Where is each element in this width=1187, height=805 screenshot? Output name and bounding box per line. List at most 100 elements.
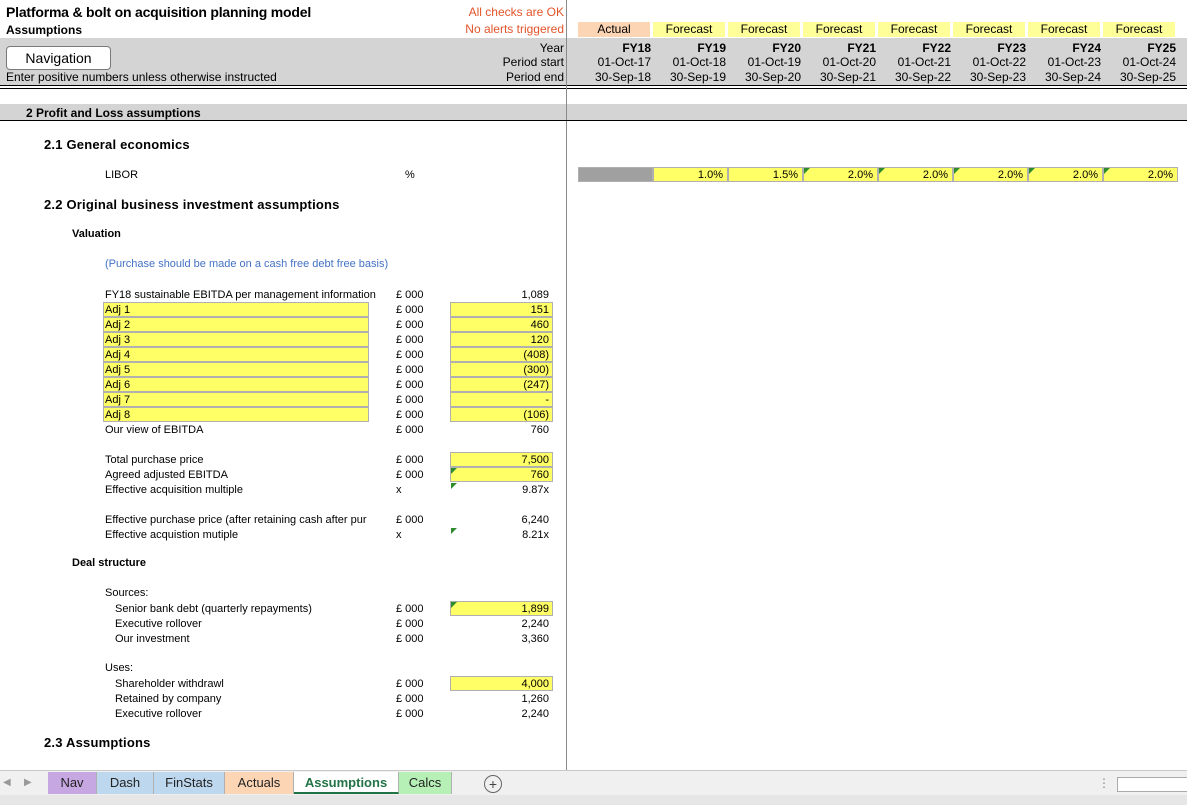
sheet-tab-nav[interactable]: Nav [48, 772, 97, 794]
input-flag-icon [1029, 168, 1035, 174]
ebitda-row-value: (300) [523, 364, 549, 376]
section-band-right [567, 104, 1187, 120]
ebitda-row-unit: £ 000 [396, 319, 424, 331]
alerts-status: No alerts triggered [465, 22, 564, 36]
ebitda-row-label: Adj 3 [105, 334, 131, 346]
sheet-tab-calcs[interactable]: Calcs [399, 772, 452, 794]
sources-heading: Sources: [105, 587, 149, 599]
add-sheet-icon[interactable]: + [484, 775, 502, 793]
valuation-heading: Valuation [72, 228, 121, 240]
status-bar [0, 795, 1187, 805]
ebitda-row-value: 760 [530, 424, 549, 436]
label-input-cell[interactable] [103, 347, 369, 362]
label-input-cell[interactable] [103, 317, 369, 332]
effective-row-value: 6,240 [521, 514, 549, 526]
libor-value-7: 2.0% [1147, 169, 1173, 181]
price-row-label: Agreed adjusted EBITDA [105, 469, 228, 481]
ebitda-row-value: (408) [523, 349, 549, 361]
ebitda-row-label: Our view of EBITDA [105, 424, 204, 436]
ebitda-row-label: FY18 sustainable EBITDA per management i… [105, 289, 376, 301]
column-end-2: 30-Sep-20 [744, 70, 801, 84]
libor-value-2: 1.5% [772, 169, 798, 181]
libor-value-1: 1.0% [697, 169, 723, 181]
price-row-value: 9.87x [522, 484, 549, 496]
uses-row-label: Retained by company [115, 693, 222, 705]
section-pl-assumptions: 2 Profit and Loss assumptions [26, 106, 201, 120]
label-input-cell[interactable] [103, 392, 369, 407]
ebitda-row-value: - [545, 394, 549, 406]
sheet-tab-dash[interactable]: Dash [97, 772, 154, 794]
label-input-cell[interactable] [103, 332, 369, 347]
sheet-tab-actuals[interactable]: Actuals [225, 772, 294, 794]
uses-row-unit: £ 000 [396, 678, 424, 690]
label-input-cell[interactable] [103, 377, 369, 392]
column-type-5: Forecast [953, 22, 1025, 37]
price-row-label: Total purchase price [105, 454, 204, 466]
price-row-unit: x [396, 484, 402, 496]
column-type-6: Forecast [1028, 22, 1100, 37]
sheet-subtitle: Assumptions [6, 23, 83, 37]
column-type-4: Forecast [878, 22, 950, 37]
sheet-tab-finstats[interactable]: FinStats [154, 772, 225, 794]
sources-row-label: Senior bank debt (quarterly repayments) [115, 603, 312, 615]
header-divider [0, 85, 1187, 86]
ebitda-row-unit: £ 000 [396, 304, 424, 316]
ebitda-row-label: Adj 2 [105, 319, 131, 331]
sources-row-label: Executive rollover [115, 618, 202, 630]
column-type-1: Forecast [653, 22, 725, 37]
sources-row-value: 3,360 [521, 633, 549, 645]
label-input-cell[interactable] [103, 407, 369, 422]
ebitda-row-label: Adj 6 [105, 379, 131, 391]
ebitda-row-unit: £ 000 [396, 334, 424, 346]
column-type-7: Forecast [1103, 22, 1175, 37]
section-divider [0, 120, 1187, 121]
uses-row-value: 4,000 [521, 678, 549, 690]
label-input-cell[interactable] [103, 302, 369, 317]
sources-row-unit: £ 000 [396, 603, 424, 615]
column-end-0: 30-Sep-18 [594, 70, 651, 84]
column-start-2: 01-Oct-19 [747, 55, 801, 69]
effective-row-unit: x [396, 529, 402, 541]
libor-label: LIBOR [105, 169, 139, 181]
sources-row-unit: £ 000 [396, 618, 424, 630]
libor-value-5: 2.0% [997, 169, 1023, 181]
sheet-tab-assumptions[interactable]: Assumptions [294, 772, 399, 794]
column-end-4: 30-Sep-22 [894, 70, 951, 84]
sources-row-value: 2,240 [521, 618, 549, 630]
ebitda-row-label: Adj 8 [105, 409, 131, 421]
ebitda-row-value: 1,089 [521, 289, 549, 301]
price-row-label: Effective acquisition multiple [105, 484, 243, 496]
section-original-investment: 2.2 Original business investment assumpt… [44, 197, 340, 212]
column-start-3: 01-Oct-20 [822, 55, 876, 69]
horizontal-scrollbar[interactable] [1117, 777, 1187, 792]
period-start-label: Period start [502, 55, 564, 69]
more-options-icon[interactable]: ⋮ [1098, 776, 1110, 790]
ebitda-row-unit: £ 000 [396, 409, 424, 421]
ebitda-row-value: 460 [530, 319, 549, 331]
column-start-0: 01-Oct-17 [597, 55, 651, 69]
sources-row-unit: £ 000 [396, 633, 424, 645]
effective-row-value: 8.21x [522, 529, 549, 541]
libor-cell-0 [578, 167, 653, 182]
column-start-4: 01-Oct-21 [897, 55, 951, 69]
column-year-6: FY24 [1072, 41, 1101, 55]
period-end-label: Period end [505, 70, 564, 84]
navigation-button[interactable]: Navigation [6, 46, 111, 70]
input-flag-icon [451, 483, 457, 489]
libor-value-3: 2.0% [847, 169, 873, 181]
section-assumptions: 2.3 Assumptions [44, 735, 151, 750]
column-end-7: 30-Sep-25 [1119, 70, 1176, 84]
input-flag-icon [451, 602, 457, 608]
scroll-left-icon[interactable]: ◀ [3, 777, 11, 788]
column-type-3: Forecast [803, 22, 875, 37]
column-end-5: 30-Sep-23 [969, 70, 1026, 84]
column-start-1: 01-Oct-18 [672, 55, 726, 69]
ebitda-row-unit: £ 000 [396, 364, 424, 376]
scroll-right-icon[interactable]: ▶ [24, 777, 32, 788]
uses-row-value: 2,240 [521, 708, 549, 720]
model-title: Platforma & bolt on acquisition planning… [6, 4, 312, 20]
ebitda-row-label: Adj 5 [105, 364, 131, 376]
label-input-cell[interactable] [103, 362, 369, 377]
column-start-5: 01-Oct-22 [972, 55, 1026, 69]
column-year-7: FY25 [1147, 41, 1176, 55]
